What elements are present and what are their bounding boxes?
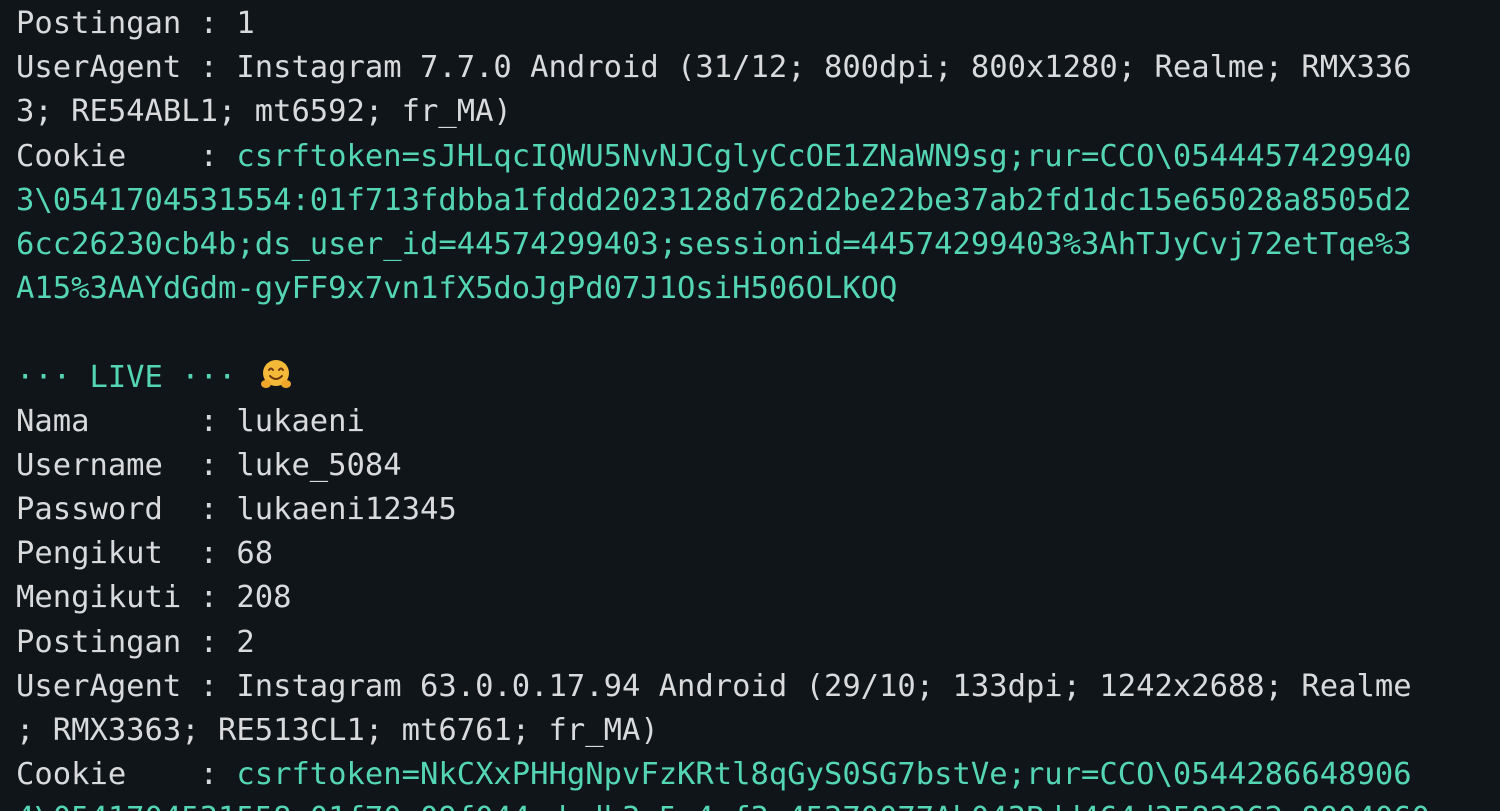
username-label: Username :	[16, 447, 237, 483]
cookie-line-b-2: 4\0541704531558:01f70e09f044adadb3e5e4af…	[16, 797, 1486, 811]
username-line: Username : luke_5084	[16, 444, 1486, 488]
postingan-value-2: 2	[236, 624, 255, 660]
cookie-line-4: A15%3AAYdGdm-gyFF9x7vn1fX5doJgPd07J1OsiH…	[16, 271, 898, 307]
password-value: lukaeni12345	[236, 492, 457, 528]
cookie-label: Cookie :	[16, 138, 237, 174]
useragent-line-continued: 3; RE54ABL1; mt6592; fr_MA)	[16, 90, 1486, 134]
live-label: LIVE	[89, 359, 163, 395]
pengikut-label: Pengikut :	[16, 536, 237, 572]
terminal-window[interactable]: Postingan : 1 UserAgent : Instagram 7.7.…	[0, 0, 1500, 811]
useragent-value-2: Instagram 63.0.0.17.94 Android (29/10; 1…	[236, 668, 1412, 704]
mengikuti-label: Mengikuti :	[16, 580, 237, 616]
mengikuti-line: Mengikuti : 208	[16, 576, 1486, 620]
password-label: Password :	[16, 492, 237, 528]
postingan-label: Postingan :	[16, 6, 237, 41]
pengikut-line: Pengikut : 68	[16, 532, 1486, 576]
cookie-value: csrftoken=sJHLqcIQWU5NvNJCglyCcOE1ZNaWN9…	[236, 138, 1412, 174]
live-dots-left: ···	[16, 359, 90, 395]
nama-line: Nama : lukaeni	[16, 400, 1486, 444]
useragent-label: UserAgent :	[16, 50, 237, 86]
nama-label: Nama :	[16, 403, 237, 439]
useragent-line: UserAgent : Instagram 7.7.0 Android (31/…	[16, 46, 1486, 90]
useragent-value-continued: 3; RE54ABL1; mt6592; fr_MA)	[16, 94, 512, 130]
hugging-face-emoji-icon	[260, 359, 291, 388]
cookie-line-2: 3\0541704531554:01f713fdbba1fddd2023128d…	[16, 182, 1412, 218]
username-value: luke_5084	[236, 447, 402, 483]
password-line: Password : lukaeni12345	[16, 488, 1486, 532]
postingan-line: Postingan : 1	[16, 2, 1486, 46]
postingan-label-2: Postingan :	[16, 624, 237, 660]
postingan-line-2: Postingan : 2	[16, 621, 1486, 665]
mengikuti-value: 208	[236, 580, 292, 616]
cookie-line-b: Cookie : csrftoken=NkCXxPHHgNpvFzKRtl8qG…	[16, 753, 1486, 797]
cookie-label-2: Cookie :	[16, 757, 237, 793]
postingan-value: 1	[236, 6, 255, 41]
nama-value: lukaeni	[236, 403, 365, 439]
live-header: ··· LIVE ···	[16, 356, 1486, 400]
pengikut-value: 68	[236, 536, 274, 572]
useragent-value-2-continued: ; RMX3363; RE513CL1; mt6761; fr_MA)	[16, 713, 659, 748]
live-dots-right: ···	[162, 359, 255, 395]
cookie-line-3: 6cc26230cb4b;ds_user_id=44574299403;sess…	[16, 226, 1412, 262]
cookie-line: Cookie : csrftoken=sJHLqcIQWU5NvNJCglyCc…	[16, 135, 1486, 179]
useragent-value: Instagram 7.7.0 Android (31/12; 800dpi; …	[236, 50, 1412, 86]
useragent-line-2-continued: ; RMX3363; RE513CL1; mt6761; fr_MA)	[16, 709, 1486, 753]
cookie-value-2: csrftoken=NkCXxPHHgNpvFzKRtl8qGyS0SG7bst…	[236, 757, 1412, 793]
useragent-line-2: UserAgent : Instagram 63.0.0.17.94 Andro…	[16, 665, 1486, 709]
useragent-label-2: UserAgent :	[16, 668, 237, 704]
terminal-output: Postingan : 1 UserAgent : Instagram 7.7.…	[16, 2, 1486, 811]
